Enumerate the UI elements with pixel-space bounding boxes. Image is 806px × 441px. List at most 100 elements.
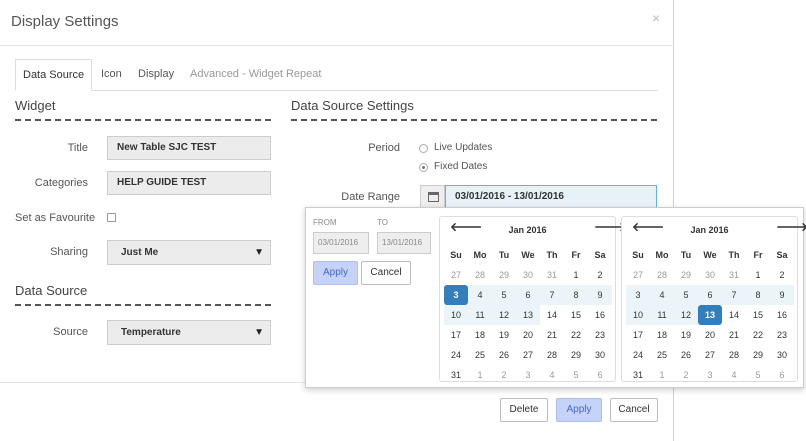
- calendar-day[interactable]: 23: [770, 325, 794, 345]
- calendar-day[interactable]: 1: [746, 265, 770, 285]
- calendar-day[interactable]: 1: [650, 365, 674, 385]
- calendar-day[interactable]: 2: [588, 265, 612, 285]
- calendar-day[interactable]: 15: [564, 305, 588, 325]
- date-range-input[interactable]: 03/01/2016 - 13/01/2016: [445, 185, 657, 208]
- calendar-day[interactable]: 11: [650, 305, 674, 325]
- calendar-day[interactable]: 21: [722, 325, 746, 345]
- calendar-day[interactable]: 3: [444, 285, 468, 305]
- calendar-day[interactable]: 10: [444, 305, 468, 325]
- calendar-day[interactable]: 6: [698, 285, 722, 305]
- calendar-day[interactable]: 7: [722, 285, 746, 305]
- calendar-day[interactable]: 27: [516, 345, 540, 365]
- tab-advanced-widget-repeat[interactable]: Advanced - Widget Repeat: [190, 59, 321, 91]
- calendar-day[interactable]: 17: [444, 325, 468, 345]
- calendar-day[interactable]: 3: [626, 285, 650, 305]
- calendar-day[interactable]: 25: [468, 345, 492, 365]
- calendar-day[interactable]: 24: [626, 345, 650, 365]
- picker-cancel-button[interactable]: Cancel: [361, 261, 411, 285]
- calendar-day[interactable]: 29: [564, 345, 588, 365]
- calendar-day[interactable]: 25: [650, 345, 674, 365]
- calendar-day[interactable]: 12: [492, 305, 516, 325]
- calendar-day[interactable]: 31: [540, 265, 564, 285]
- calendar-day[interactable]: 13: [516, 305, 540, 325]
- favourite-checkbox[interactable]: [107, 213, 116, 222]
- calendar-day[interactable]: 6: [588, 365, 612, 385]
- fixed-dates-radio[interactable]: [419, 163, 428, 172]
- calendar-day[interactable]: 10: [626, 305, 650, 325]
- calendar-day[interactable]: 29: [492, 265, 516, 285]
- calendar-day[interactable]: 26: [492, 345, 516, 365]
- calendar-day[interactable]: 13: [698, 305, 722, 325]
- tab-data-source[interactable]: Data Source: [15, 59, 93, 91]
- calendar-day[interactable]: 31: [722, 265, 746, 285]
- tab-icon[interactable]: Icon: [101, 59, 122, 91]
- calendar-day[interactable]: 28: [650, 265, 674, 285]
- title-input[interactable]: New Table SJC TEST: [107, 136, 271, 160]
- calendar-day[interactable]: 16: [770, 305, 794, 325]
- calendar-day[interactable]: 19: [492, 325, 516, 345]
- calendar-day[interactable]: 4: [722, 365, 746, 385]
- calendar-day[interactable]: 29: [674, 265, 698, 285]
- calendar-day[interactable]: 2: [674, 365, 698, 385]
- calendar-day[interactable]: 19: [674, 325, 698, 345]
- calendar-day[interactable]: 24: [444, 345, 468, 365]
- calendar-addon[interactable]: [420, 185, 445, 208]
- calendar-day[interactable]: 27: [698, 345, 722, 365]
- close-icon[interactable]: ×: [652, 10, 660, 26]
- calendar-day[interactable]: 4: [540, 365, 564, 385]
- calendar-day[interactable]: 12: [674, 305, 698, 325]
- calendar-day[interactable]: 30: [588, 345, 612, 365]
- calendar-day[interactable]: 8: [746, 285, 770, 305]
- calendar-day[interactable]: 18: [468, 325, 492, 345]
- calendar-day[interactable]: 2: [770, 265, 794, 285]
- calendar-day[interactable]: 9: [588, 285, 612, 305]
- calendar-day[interactable]: 6: [770, 365, 794, 385]
- calendar-day[interactable]: 9: [770, 285, 794, 305]
- to-date-input[interactable]: 13/01/2016: [377, 232, 431, 254]
- calendar-day[interactable]: 21: [540, 325, 564, 345]
- calendar-day[interactable]: 2: [492, 365, 516, 385]
- calendar-day[interactable]: 26: [674, 345, 698, 365]
- source-select[interactable]: Temperature ▼: [107, 320, 271, 345]
- calendar-day[interactable]: 4: [468, 285, 492, 305]
- calendar-day[interactable]: 17: [626, 325, 650, 345]
- calendar-day[interactable]: 16: [588, 305, 612, 325]
- calendar-day[interactable]: 1: [564, 265, 588, 285]
- categories-input[interactable]: HELP GUIDE TEST: [107, 171, 271, 195]
- calendar-day[interactable]: 20: [516, 325, 540, 345]
- calendar-day[interactable]: 18: [650, 325, 674, 345]
- delete-button[interactable]: Delete: [500, 398, 548, 422]
- calendar-day[interactable]: 5: [492, 285, 516, 305]
- calendar-day[interactable]: 5: [674, 285, 698, 305]
- calendar-day[interactable]: 15: [746, 305, 770, 325]
- from-date-input[interactable]: 03/01/2016: [313, 232, 369, 254]
- calendar-day[interactable]: 22: [564, 325, 588, 345]
- calendar-day[interactable]: 3: [516, 365, 540, 385]
- sharing-select[interactable]: Just Me ▼: [107, 240, 271, 265]
- calendar-day[interactable]: 11: [468, 305, 492, 325]
- calendar-day[interactable]: 20: [698, 325, 722, 345]
- calendar-day[interactable]: 5: [746, 365, 770, 385]
- calendar-day[interactable]: 22: [746, 325, 770, 345]
- calendar-day[interactable]: 28: [540, 345, 564, 365]
- calendar-day[interactable]: 31: [626, 365, 650, 385]
- calendar-day[interactable]: 7: [540, 285, 564, 305]
- calendar-day[interactable]: 4: [650, 285, 674, 305]
- calendar-day[interactable]: 6: [516, 285, 540, 305]
- calendar-day[interactable]: 30: [770, 345, 794, 365]
- calendar-day[interactable]: 29: [746, 345, 770, 365]
- calendar-day[interactable]: 30: [698, 265, 722, 285]
- calendar-day[interactable]: 14: [722, 305, 746, 325]
- picker-apply-button[interactable]: Apply: [313, 261, 358, 285]
- calendar-day[interactable]: 28: [722, 345, 746, 365]
- tab-display[interactable]: Display: [138, 59, 174, 91]
- calendar-day[interactable]: 5: [564, 365, 588, 385]
- calendar-day[interactable]: 31: [444, 365, 468, 385]
- calendar-day[interactable]: 3: [698, 365, 722, 385]
- calendar-day[interactable]: 30: [516, 265, 540, 285]
- live-updates-radio[interactable]: [419, 144, 428, 153]
- apply-button[interactable]: Apply: [556, 398, 602, 422]
- calendar-day[interactable]: 27: [626, 265, 650, 285]
- calendar-day[interactable]: 8: [564, 285, 588, 305]
- calendar-day[interactable]: 1: [468, 365, 492, 385]
